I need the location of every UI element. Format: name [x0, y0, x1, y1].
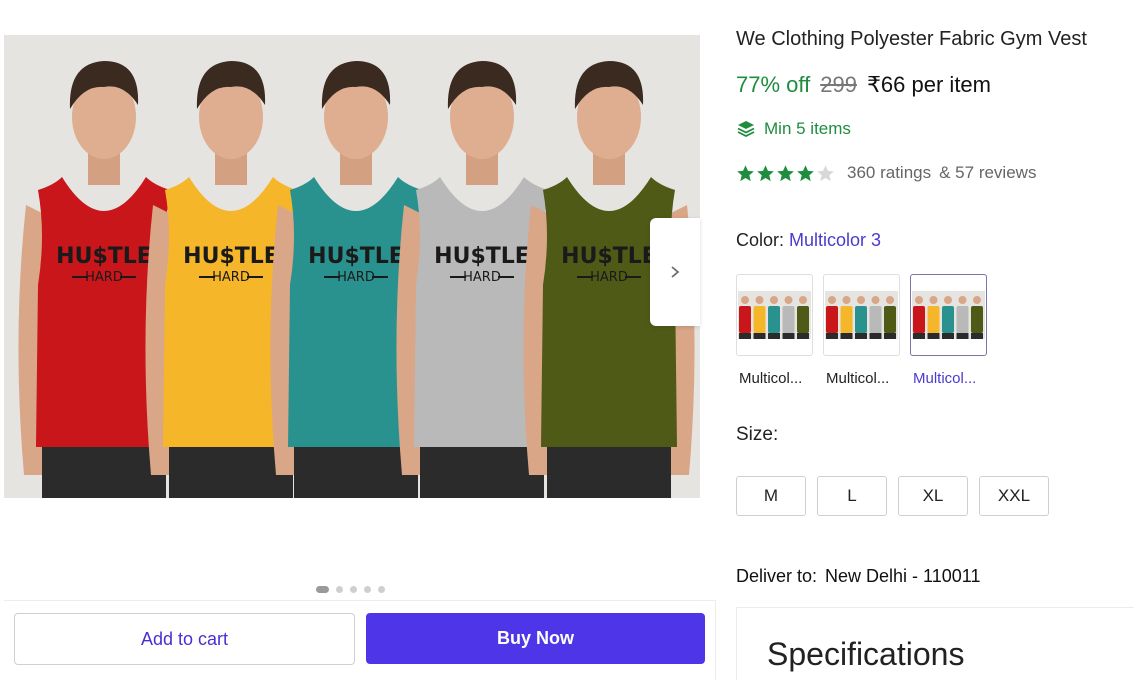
chevron-right-icon [671, 266, 680, 278]
size-option-xl[interactable]: XL [898, 476, 968, 516]
selling-price: ₹66 per item [866, 72, 991, 97]
delivery-location: New Delhi - 110011 [825, 566, 981, 586]
shirt-print-bottom: HARD [463, 270, 501, 285]
shirt-print-top: HU$TLE [308, 244, 404, 269]
size-option-l[interactable]: L [817, 476, 887, 516]
swatch-thumbnail [910, 274, 987, 356]
image-pagination-dots [316, 586, 385, 593]
star-rating [736, 164, 835, 183]
color-label-text: Color: [736, 230, 785, 250]
star-icon [817, 164, 834, 181]
rating-row[interactable]: 360 ratings & 57 reviews [736, 163, 1036, 183]
swatch-thumbnail [823, 274, 900, 356]
discount-percent: 77% off [736, 72, 811, 97]
shirt-print-top: HU$TLE [183, 244, 279, 269]
selected-color: Multicolor 3 [789, 230, 882, 250]
color-swatches: Multicol... Multicol... Multicol... [736, 274, 987, 387]
swatch-photo [912, 291, 985, 339]
product-image[interactable]: HU$TLE HARD HU$TLE HARD HU$TLE HARD HU$TLE HARD… [4, 35, 700, 498]
size-option-xxl[interactable]: XXL [979, 476, 1049, 516]
specifications-title: Specifications [767, 636, 965, 672]
pagination-dot[interactable] [350, 586, 357, 593]
pagination-dot[interactable] [378, 586, 385, 593]
swatch-label: Multicol... [913, 370, 977, 387]
delivery-info[interactable]: Deliver to: New Delhi - 110011 [736, 566, 980, 587]
swatch-photo [738, 291, 811, 339]
shirt-print-bottom: HARD [590, 270, 628, 285]
product-photo: HU$TLEHARDHU$TLEHARDHU$TLEHARDHU$TLEHARD… [4, 35, 700, 498]
star-icon [757, 164, 774, 181]
min-order-info: Min 5 items [736, 119, 851, 139]
color-swatch[interactable]: Multicol... [910, 274, 987, 387]
shirt-print-top: HU$TLE [434, 244, 530, 269]
buy-now-button[interactable]: Buy Now [366, 613, 705, 664]
specifications-section: Specifications [736, 607, 1134, 680]
deliver-label: Deliver to: [736, 566, 818, 586]
shirt-print-top: HU$TLE [561, 244, 657, 269]
action-bar: Add to cart Buy Now [4, 600, 716, 680]
price-row: 77% off 299 ₹66 per item [736, 72, 991, 98]
swatch-label: Multicol... [826, 370, 890, 387]
layers-icon [737, 121, 755, 138]
color-swatch[interactable]: Multicol... [736, 274, 813, 387]
swatch-label: Multicol... [739, 370, 803, 387]
reviews-count: & 57 reviews [939, 163, 1037, 182]
ratings-count: 360 ratings [847, 163, 932, 182]
add-to-cart-button[interactable]: Add to cart [14, 613, 355, 665]
swatch-thumbnail [736, 274, 813, 356]
pagination-dot[interactable] [316, 586, 329, 593]
pagination-dot[interactable] [364, 586, 371, 593]
pagination-dot[interactable] [336, 586, 343, 593]
shirt-print-top: HU$TLE [56, 244, 152, 269]
shirt-print-bottom: HARD [212, 270, 250, 285]
product-title: We Clothing Polyester Fabric Gym Vest [736, 28, 1087, 50]
min-order-text: Min 5 items [764, 119, 851, 138]
color-swatch[interactable]: Multicol... [823, 274, 900, 387]
shirt-print-bottom: HARD [85, 270, 123, 285]
size-label: Size: [736, 424, 779, 445]
star-icon [797, 164, 814, 181]
size-option-m[interactable]: M [736, 476, 806, 516]
shirt-print-bottom: HARD [337, 270, 375, 285]
next-image-button[interactable] [650, 218, 700, 326]
star-icon [737, 164, 754, 181]
color-label: Color: Multicolor 3 [736, 230, 881, 251]
original-price: 299 [820, 72, 857, 97]
swatch-photo [825, 291, 898, 339]
star-icon [777, 164, 794, 181]
size-options: M L XL XXL [736, 476, 1049, 516]
